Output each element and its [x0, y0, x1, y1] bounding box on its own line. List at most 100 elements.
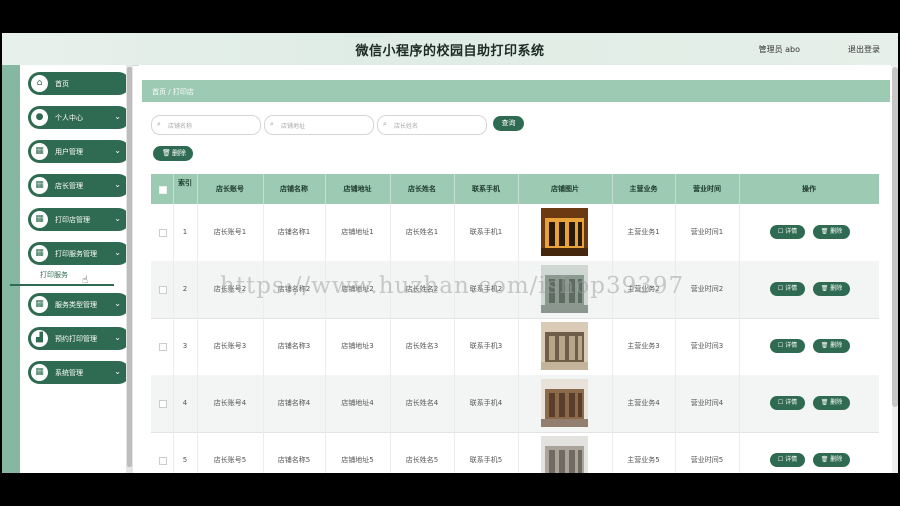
sidebar-item-print-services[interactable]: ▦ 打印服务管理 ⌄ [28, 242, 130, 265]
input-placeholder: 店铺名称 [168, 123, 193, 130]
shop-image[interactable] [541, 379, 588, 427]
trash-icon: 🗑 [820, 342, 831, 349]
search-icon: ⌕ [270, 120, 274, 128]
sidebar-item-label: 用户管理 [55, 148, 83, 156]
button-label: 删除 [830, 285, 843, 292]
input-placeholder: 店铺地址 [281, 123, 306, 130]
shop-name-input[interactable]: ⌕ 店铺名称 [151, 115, 261, 135]
table-row: 4 店长账号4 店铺名称4 店铺地址4 店长姓名4 联系手机4 主营业务4 营业时间4 ☐ 详情… [151, 375, 879, 433]
select-all-checkbox[interactable] [159, 186, 167, 194]
delete-button[interactable]: 🗑 删除 [813, 282, 850, 296]
detail-button[interactable]: ☐ 详情 [770, 453, 805, 467]
chevron-down-icon: ⌄ [114, 146, 121, 155]
detail-button[interactable]: ☐ 详情 [770, 396, 805, 410]
header-index: 索引 [173, 174, 198, 204]
breadcrumb-home[interactable]: 首页 [152, 88, 166, 96]
sidebar-item-managers[interactable]: ▦ 店长管理 ⌄ [28, 174, 130, 197]
button-label: 删除 [830, 342, 843, 349]
cell-phone: 联系手机1 [454, 204, 519, 261]
shop-photo-graphic [541, 208, 588, 256]
button-label: 删除 [830, 228, 843, 235]
row-checkbox[interactable] [159, 400, 167, 408]
sidebar-scroll-thumb[interactable] [127, 67, 132, 467]
row-checkbox[interactable] [159, 229, 167, 237]
cell-index: 3 [173, 318, 198, 375]
cell-select [151, 204, 174, 261]
cell-manager-account: 店长账号4 [197, 375, 264, 432]
shop-address-input[interactable]: ⌕ 店铺地址 [264, 115, 374, 135]
grid-icon: ▦ [31, 177, 48, 194]
search-button[interactable]: 查询 [493, 116, 524, 131]
table-row: 1 店长账号1 店铺名称1 店铺地址1 店长姓名1 联系手机1 主营业务1 营业时间1 ☐ 详情… [151, 204, 879, 262]
trash-icon: 🗑 [820, 285, 831, 292]
batch-delete-button[interactable]: 🗑 删除 [153, 146, 193, 161]
header-select-cell [151, 174, 174, 204]
cell-manager-account: 店长账号1 [197, 204, 264, 261]
shop-image[interactable] [541, 208, 588, 256]
home-icon: ⌂ [31, 75, 48, 92]
sidebar-item-print-shops[interactable]: ▦ 打印店管理 ⌄ [28, 208, 130, 231]
sidebar-item-profile[interactable]: ● 个人中心 ⌄ [28, 106, 130, 129]
breadcrumb-separator: / [168, 88, 171, 96]
sidebar-scrollbar[interactable] [126, 65, 133, 473]
cell-business-hours: 营业时间1 [675, 204, 740, 261]
detail-button[interactable]: ☐ 详情 [770, 282, 805, 296]
cell-manager-name: 店长姓名5 [390, 432, 455, 473]
cell-phone: 联系手机4 [454, 375, 519, 432]
detail-button[interactable]: ☐ 详情 [770, 339, 805, 353]
shop-photo-graphic [541, 322, 588, 370]
cell-main-business: 主营业务1 [612, 204, 676, 261]
trash-icon: 🗑 [820, 228, 831, 235]
sidebar: ⌂ 首页 ● 个人中心 ⌄ ▦ 用户管理 ⌄ ▦ 店长管理 ⌄ ▦ 打印店管理 … [10, 65, 130, 473]
sidebar-item-home[interactable]: ⌂ 首页 [28, 72, 130, 95]
grid-icon: ▦ [31, 364, 48, 381]
button-label: 删除 [830, 399, 843, 406]
row-checkbox[interactable] [159, 457, 167, 465]
row-checkbox[interactable] [159, 343, 167, 351]
delete-button[interactable]: 🗑 删除 [813, 225, 850, 239]
logout-link[interactable]: 退出登录 [848, 44, 880, 55]
chevron-down-icon: ⌄ [114, 248, 121, 257]
shop-image[interactable] [541, 322, 588, 370]
cell-shop-address: 店铺地址3 [325, 318, 391, 375]
cell-shop-address: 店铺地址5 [325, 432, 391, 473]
sidebar-item-service-types[interactable]: ▦ 服务类型管理 ⌄ [28, 293, 130, 316]
header-main-business: 主营业务 [612, 174, 676, 204]
delete-button[interactable]: 🗑 删除 [813, 453, 850, 467]
shop-image[interactable] [541, 436, 588, 473]
sidebar-item-label: 首页 [55, 80, 69, 88]
cell-shop-name: 店铺名称5 [263, 432, 326, 473]
sidebar-item-system[interactable]: ▦ 系统管理 ⌄ [28, 361, 130, 384]
grid-icon: ▦ [31, 245, 48, 262]
current-user: 管理员 abo [758, 45, 800, 54]
cell-select [151, 432, 174, 473]
sidebar-item-users[interactable]: ▦ 用户管理 ⌄ [28, 140, 130, 163]
main-scroll-thumb[interactable] [892, 67, 898, 407]
submenu-item-print-service[interactable]: 打印服务 [10, 265, 114, 286]
button-label: 详情 [785, 285, 798, 292]
detail-button[interactable]: ☐ 详情 [770, 225, 805, 239]
grid-icon: ▦ [31, 296, 48, 313]
header-actions: 操作 [802, 185, 816, 193]
sidebar-item-label: 打印服务管理 [55, 250, 97, 258]
chevron-down-icon: ⌄ [114, 180, 121, 189]
cell-select [151, 375, 174, 432]
search-icon: ⌕ [383, 120, 387, 128]
cell-manager-name: 店长姓名3 [390, 318, 455, 375]
cell-shop-name: 店铺名称4 [263, 375, 326, 432]
delete-button[interactable]: 🗑 删除 [813, 339, 850, 353]
row-checkbox[interactable] [159, 286, 167, 294]
cell-phone: 联系手机3 [454, 318, 519, 375]
trash-icon: 🗑 [162, 149, 171, 157]
cell-main-business: 主营业务5 [612, 432, 676, 473]
manager-name-input[interactable]: ⌕ 店长姓名 [377, 115, 487, 135]
submenu-label: 打印服务 [40, 271, 68, 279]
button-label: 详情 [785, 228, 798, 235]
main-scrollbar[interactable] [892, 65, 898, 473]
header-shop-name: 店铺名称 [263, 174, 326, 204]
header-shop-image: 店铺图片 [518, 174, 613, 204]
sidebar-item-appointments[interactable]: ▟ 预约打印管理 ⌄ [28, 327, 130, 350]
trash-icon: 🗑 [820, 456, 831, 463]
delete-button[interactable]: 🗑 删除 [813, 396, 850, 410]
search-icon: ⌕ [157, 120, 161, 128]
